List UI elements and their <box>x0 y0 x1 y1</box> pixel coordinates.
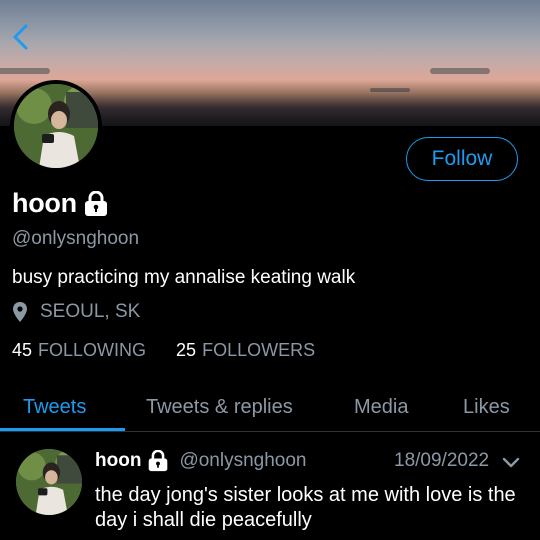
profile-handle: @onlysnghoon <box>12 228 140 249</box>
tab-tweets[interactable]: Tweets <box>23 382 86 432</box>
tweet-header: hoon @onlysnghoon <box>95 450 306 472</box>
avatar-photo <box>16 449 82 515</box>
following-stat[interactable]: 45 FOLLOWING <box>12 340 146 361</box>
lock-icon <box>84 190 107 216</box>
profile-location: SEOUL, SK <box>12 301 140 323</box>
avatar-photo <box>14 84 98 168</box>
back-button[interactable] <box>6 22 36 52</box>
following-label: FOLLOWING <box>38 340 147 360</box>
tweet-text: the day jong's sister looks at me with l… <box>95 484 516 531</box>
following-count: 45 <box>12 340 33 360</box>
lock-icon <box>149 450 168 472</box>
tab-media[interactable]: Media <box>354 382 408 432</box>
profile-stats: 45 FOLLOWING 25 FOLLOWERS <box>12 340 315 361</box>
display-name: hoon <box>12 188 109 219</box>
banner-cloud <box>0 68 50 74</box>
tab-tweets-replies[interactable]: Tweets & replies <box>146 382 293 432</box>
profile-tabs: Tweets Tweets & replies Media Likes <box>0 382 540 432</box>
tweet[interactable]: hoon @onlysnghoon 18/09/2022 the day jon… <box>0 433 540 540</box>
tweet-handle: @onlysnghoon <box>179 450 307 471</box>
profile-avatar[interactable] <box>10 80 102 172</box>
tweet-menu-button[interactable] <box>500 451 522 473</box>
followers-stat[interactable]: 25 FOLLOWERS <box>176 340 315 361</box>
chevron-left-icon <box>13 24 28 50</box>
banner-cloud <box>430 68 490 74</box>
followers-label: FOLLOWERS <box>202 340 316 360</box>
active-tab-indicator <box>0 428 125 431</box>
profile-bio: busy practicing my annalise keating walk <box>12 267 356 288</box>
location-text: SEOUL, SK <box>40 301 141 322</box>
tweet-date: 18/09/2022 <box>394 450 490 471</box>
tab-likes[interactable]: Likes <box>463 382 510 432</box>
followers-count: 25 <box>176 340 197 360</box>
follow-button[interactable]: Follow <box>406 137 518 181</box>
tweet-author[interactable]: hoon <box>95 450 141 472</box>
tweet-avatar[interactable] <box>16 449 82 515</box>
chevron-down-icon <box>502 457 520 468</box>
display-name-text: hoon <box>12 188 77 218</box>
map-pin-icon <box>13 302 27 322</box>
